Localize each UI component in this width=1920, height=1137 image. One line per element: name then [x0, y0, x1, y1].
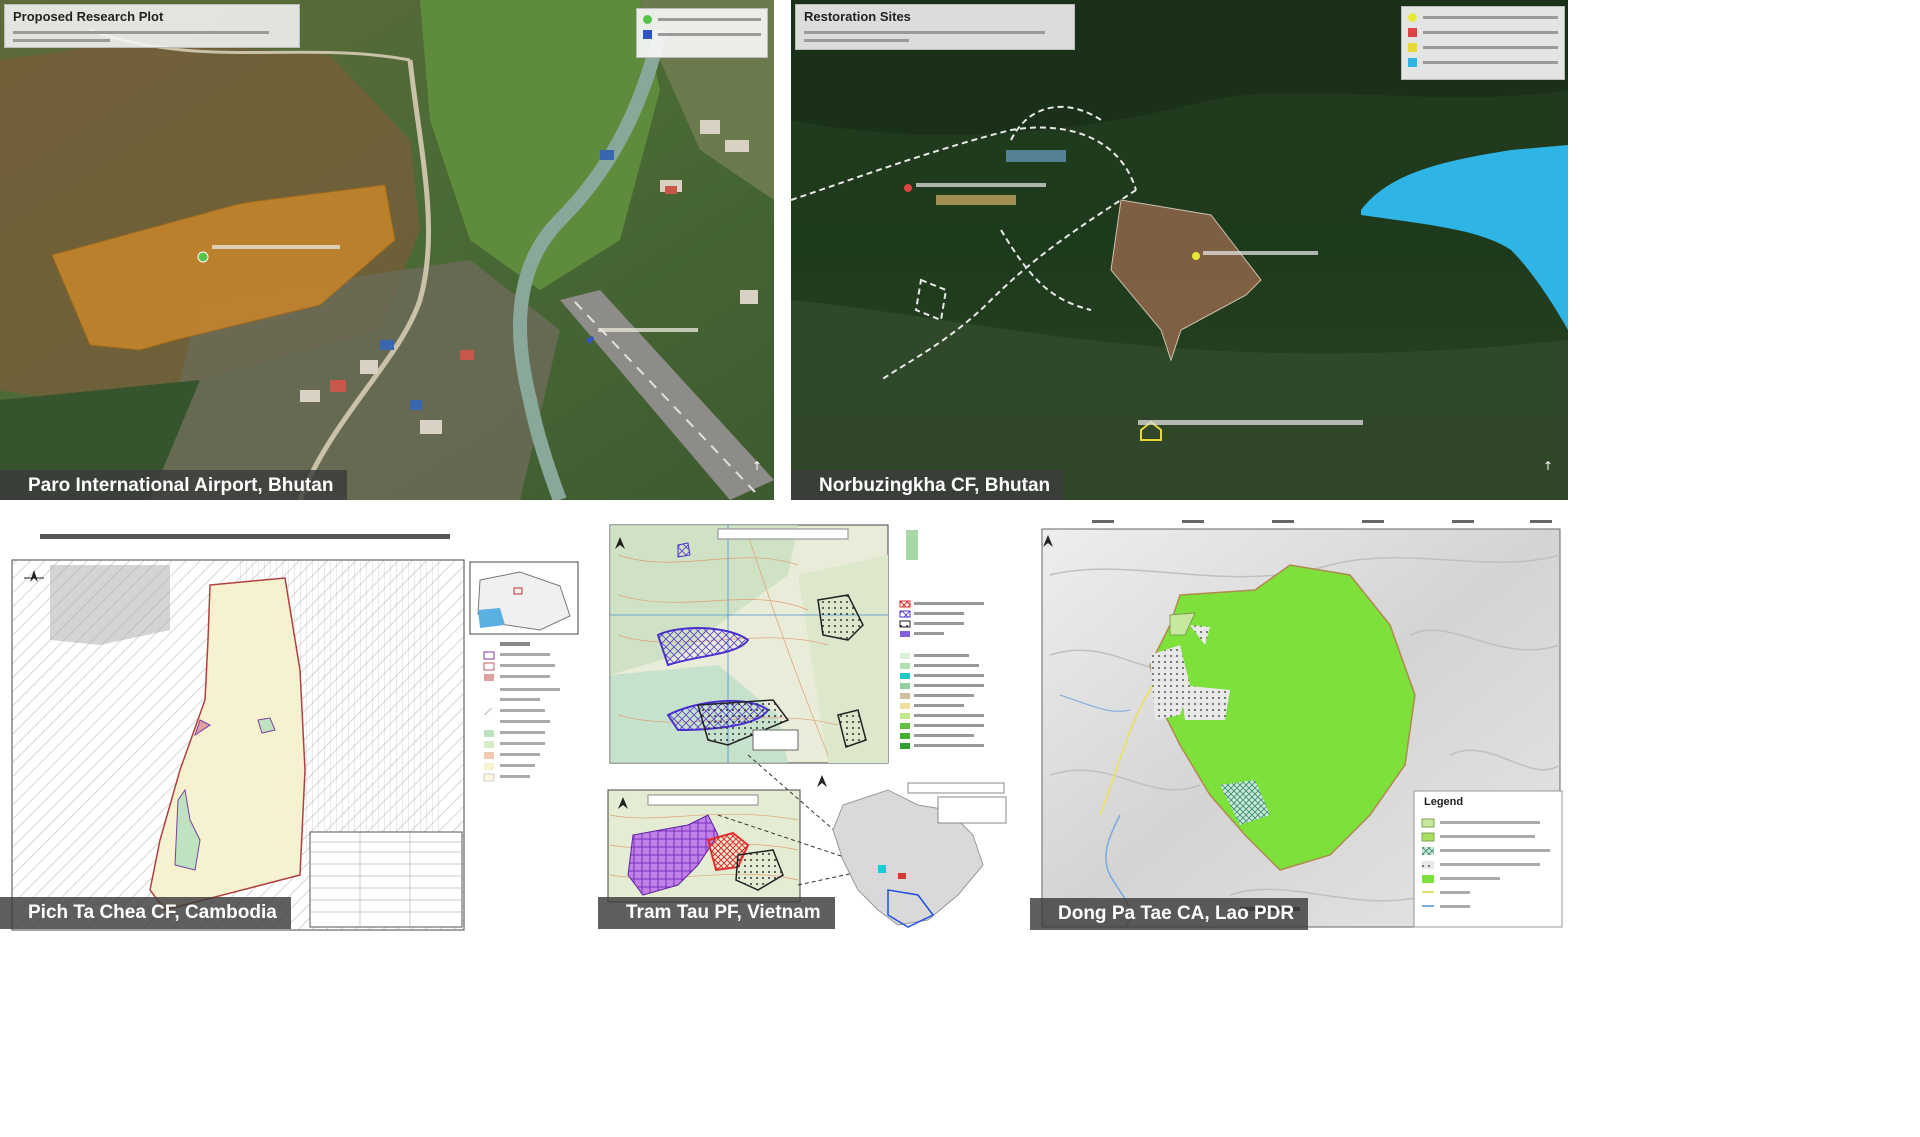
map-panel-paro: ↑ Proposed Research Plot Paro Internatio…: [0, 0, 774, 500]
map-image-pich-ta-chea: [0, 520, 590, 932]
paro-title-box: Proposed Research Plot: [4, 4, 300, 48]
map-image-dong-pa-tae: [1030, 515, 1568, 933]
map-panel-dong-pa-tae: Legend Dong Pa Tae CA, Lao PDR: [1030, 515, 1568, 933]
caption-norbuzingkha: Norbuzingkha CF, Bhutan: [791, 470, 1065, 500]
caption-pich-ta-chea: Pich Ta Chea CF, Cambodia: [0, 897, 291, 929]
caption-tram-tau: Tram Tau PF, Vietnam: [598, 897, 835, 929]
north-arrow-icon: ↑: [1543, 459, 1553, 473]
paro-map-title: Proposed Research Plot: [13, 9, 164, 24]
map-pin-icon: [1192, 252, 1200, 260]
norbuzingkha-legend: [1401, 6, 1565, 80]
lao-legend-title: Legend: [1424, 796, 1464, 808]
map-pin-icon: [197, 251, 209, 263]
north-arrow-icon: ↑: [752, 459, 762, 473]
map-panel-pich-ta-chea: Pich Ta Chea CF, Cambodia: [0, 520, 590, 932]
norbuzingkha-title-box: Restoration Sites: [795, 4, 1075, 50]
caption-paro: Paro International Airport, Bhutan: [0, 470, 348, 500]
satellite-image-paro: ↑: [0, 0, 774, 500]
map-image-tram-tau: [598, 515, 1018, 935]
paro-legend: [636, 8, 768, 58]
norbuzingkha-map-title: Restoration Sites: [804, 9, 911, 24]
map-panel-norbuzingkha: ↑ Restoration Sites Norbuzingkha CF, Bhu…: [791, 0, 1568, 500]
caption-dong-pa-tae: Dong Pa Tae CA, Lao PDR: [1030, 898, 1309, 930]
map-panel-tram-tau: Tram Tau PF, Vietnam: [598, 515, 1018, 935]
map-pin-icon: [904, 184, 912, 192]
